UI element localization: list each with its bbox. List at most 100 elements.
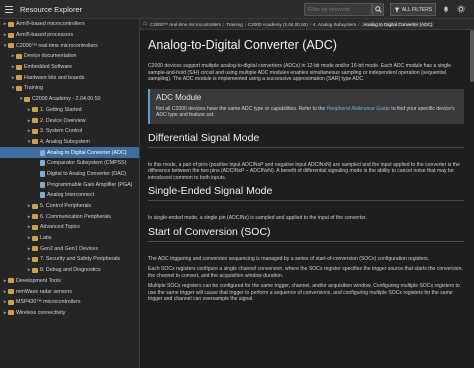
all-filters-label: ALL FILTERS [401, 6, 433, 13]
tree-item[interactable]: ▸ Hardware kits and boards [0, 72, 139, 83]
all-filters-button[interactable]: ALL FILTERS [390, 3, 436, 16]
tree-item[interactable]: ▾ 4. Analog Subsystem [0, 137, 139, 148]
tree-item[interactable]: ▾ Training [0, 83, 139, 94]
tree-item[interactable]: ▸ Arm®-based processors [0, 30, 139, 41]
tree-item[interactable]: Programmable Gain Amplifier (PGA) [0, 179, 139, 190]
breadcrumb: ⌂ C2000™ real-time microcontrollers / Tr… [140, 19, 474, 30]
search-icon [374, 6, 382, 13]
breadcrumb-item[interactable]: C2000 Academy (2.04.00.50) [248, 22, 308, 27]
tree-item[interactable]: ▸ Labs [0, 233, 139, 244]
tree-item[interactable]: ▾ C2000™ real-time microcontrollers [0, 40, 139, 51]
folder-icon [32, 139, 38, 145]
scrollbar-thumb[interactable] [470, 30, 474, 82]
tree-item[interactable]: ▸ Development Tools [0, 276, 139, 287]
notifications-icon[interactable] [440, 3, 451, 15]
folder-icon [32, 267, 38, 273]
tree-item[interactable]: ▸ MSP430™ microcontrollers [0, 297, 139, 308]
menu-icon[interactable] [0, 0, 18, 19]
folder-icon [32, 107, 38, 113]
tree-item-label: Analog Interconnect [47, 192, 95, 199]
window-controls [440, 3, 466, 15]
tree-item[interactable]: ▸ 2. Device Overview [0, 115, 139, 126]
info-note: ADC Module Not all C2000 devices have th… [148, 88, 464, 124]
folder-icon [8, 299, 14, 305]
tree-item-label: 5. Control Peripherals [40, 203, 92, 210]
tree-item-label: 3. System Control [40, 128, 83, 135]
breadcrumb-item[interactable]: 4. Analog Subsystem [313, 22, 356, 27]
folder-icon [8, 278, 14, 284]
settings-icon[interactable] [455, 3, 466, 15]
tree-item-label: MSP430™ microcontrollers [16, 299, 81, 306]
folder-icon [8, 310, 14, 316]
section-heading-soc: Start of Conversion (SOC) [148, 226, 464, 242]
tree-item[interactable]: Analog to Digital Converter (ADC) [0, 147, 139, 158]
tree-item[interactable]: Digital to Analog Converter (DAC) [0, 169, 139, 180]
tree-item[interactable]: ▸ 8. Debug and Diagnostics [0, 265, 139, 276]
document-icon [40, 170, 45, 177]
folder-icon [32, 256, 38, 262]
folder-icon [16, 53, 22, 59]
folder-icon [16, 75, 22, 81]
folder-icon [16, 85, 22, 91]
single-ended-paragraph: In single-ended mode, a single pin (ADCI… [148, 215, 367, 221]
tree-item[interactable]: ▸ 1. Getting Started [0, 105, 139, 116]
folder-icon [16, 64, 22, 70]
tree-item-label: mmWave radar sensors [16, 288, 73, 295]
breadcrumb-item[interactable]: Training [226, 22, 242, 27]
folder-icon [32, 235, 38, 241]
tree-item[interactable]: ▸ Advanced Topics [0, 222, 139, 233]
folder-icon [32, 224, 38, 230]
intro-paragraph: C2000 devices support multiple analog-to… [148, 63, 451, 82]
tree-item-label: Arm®-based microcontrollers [16, 21, 85, 28]
tree-item[interactable]: ▸ Gen2 and Gen1 Devices [0, 243, 139, 254]
filter-icon [394, 7, 400, 12]
article-content: Analog-to-Digital Converter (ADC) C2000 … [140, 30, 474, 368]
tree-item-label: 8. Debug and Diagnostics [40, 267, 101, 274]
tree-item[interactable]: ▸ 6. Communication Peripherals [0, 211, 139, 222]
tree-item-label: Analog to Digital Converter (ADC) [47, 149, 127, 156]
tree-item-label: 6. Communication Peripherals [40, 213, 111, 220]
breadcrumb-current: Analog to Digital Converter (ADC) [361, 21, 435, 27]
document-icon [40, 160, 45, 167]
folder-icon [8, 43, 14, 49]
tree-item[interactable]: ▸ Embedded Software [0, 62, 139, 73]
tree-item[interactable]: ▸ 3. System Control [0, 126, 139, 137]
tree-item-label: Comparator Subsystem (CMPSS) [47, 160, 127, 167]
search-input[interactable] [304, 3, 372, 16]
tree-item-label: Wireless connectivity [16, 309, 66, 316]
tree-item-label: Embedded Software [24, 64, 72, 71]
tree-item-label: 1. Getting Started [40, 106, 82, 113]
document-icon [40, 192, 45, 199]
tree-item[interactable]: ▸ Wireless connectivity [0, 308, 139, 319]
section-heading-single-ended: Single-Ended Signal Mode [148, 185, 464, 201]
tree-item-label: C2000™ real-time microcontrollers [16, 42, 98, 49]
tree-item-label: C2000 Academy - 2.04.00.50 [32, 96, 101, 103]
home-icon[interactable]: ⌂ [140, 21, 150, 27]
folder-icon [32, 214, 38, 220]
folder-icon [32, 246, 38, 252]
tree-item[interactable]: ▸ mmWave radar sensors [0, 286, 139, 297]
differential-paragraph: In this mode, a pair of pins (positive i… [148, 161, 460, 181]
tree-item[interactable]: Comparator Subsystem (CMPSS) [0, 158, 139, 169]
breadcrumb-item[interactable]: C2000™ real-time microcontrollers [150, 22, 221, 27]
tree-item[interactable]: ▸ 5. Control Peripherals [0, 201, 139, 212]
resource-tree: ▸ Arm®-based microcontrollers ▸ Arm®-based … [0, 19, 140, 368]
document-icon [40, 149, 45, 156]
search-button[interactable] [372, 3, 384, 16]
section-heading-differential: Differential Signal Mode [148, 132, 464, 148]
tree-item[interactable]: ▸ Device documentation [0, 51, 139, 62]
tree-item[interactable]: ▸ Arm®-based microcontrollers [0, 19, 139, 30]
tree-item-label: Programmable Gain Amplifier (PGA) [47, 181, 133, 188]
tree-item[interactable]: Analog Interconnect [0, 190, 139, 201]
folder-icon [32, 203, 38, 209]
tree-item[interactable]: ▾ C2000 Academy - 2.04.00.50 [0, 94, 139, 105]
folder-icon [32, 118, 38, 124]
peripheral-guide-link[interactable]: Peripheral Reference Guide [327, 106, 390, 112]
folder-icon [24, 96, 30, 102]
tree-item-label: Device documentation [24, 53, 77, 60]
tree-item[interactable]: ▸ 7. Security and Safety Peripherals [0, 254, 139, 265]
tree-item-label: Development Tools [16, 277, 61, 284]
soc-paragraph-1: The ADC triggering and conversion sequen… [148, 255, 430, 262]
tree-item-label: 2. Device Overview [40, 117, 86, 124]
tree-item-label: Arm®-based processors [16, 32, 74, 39]
